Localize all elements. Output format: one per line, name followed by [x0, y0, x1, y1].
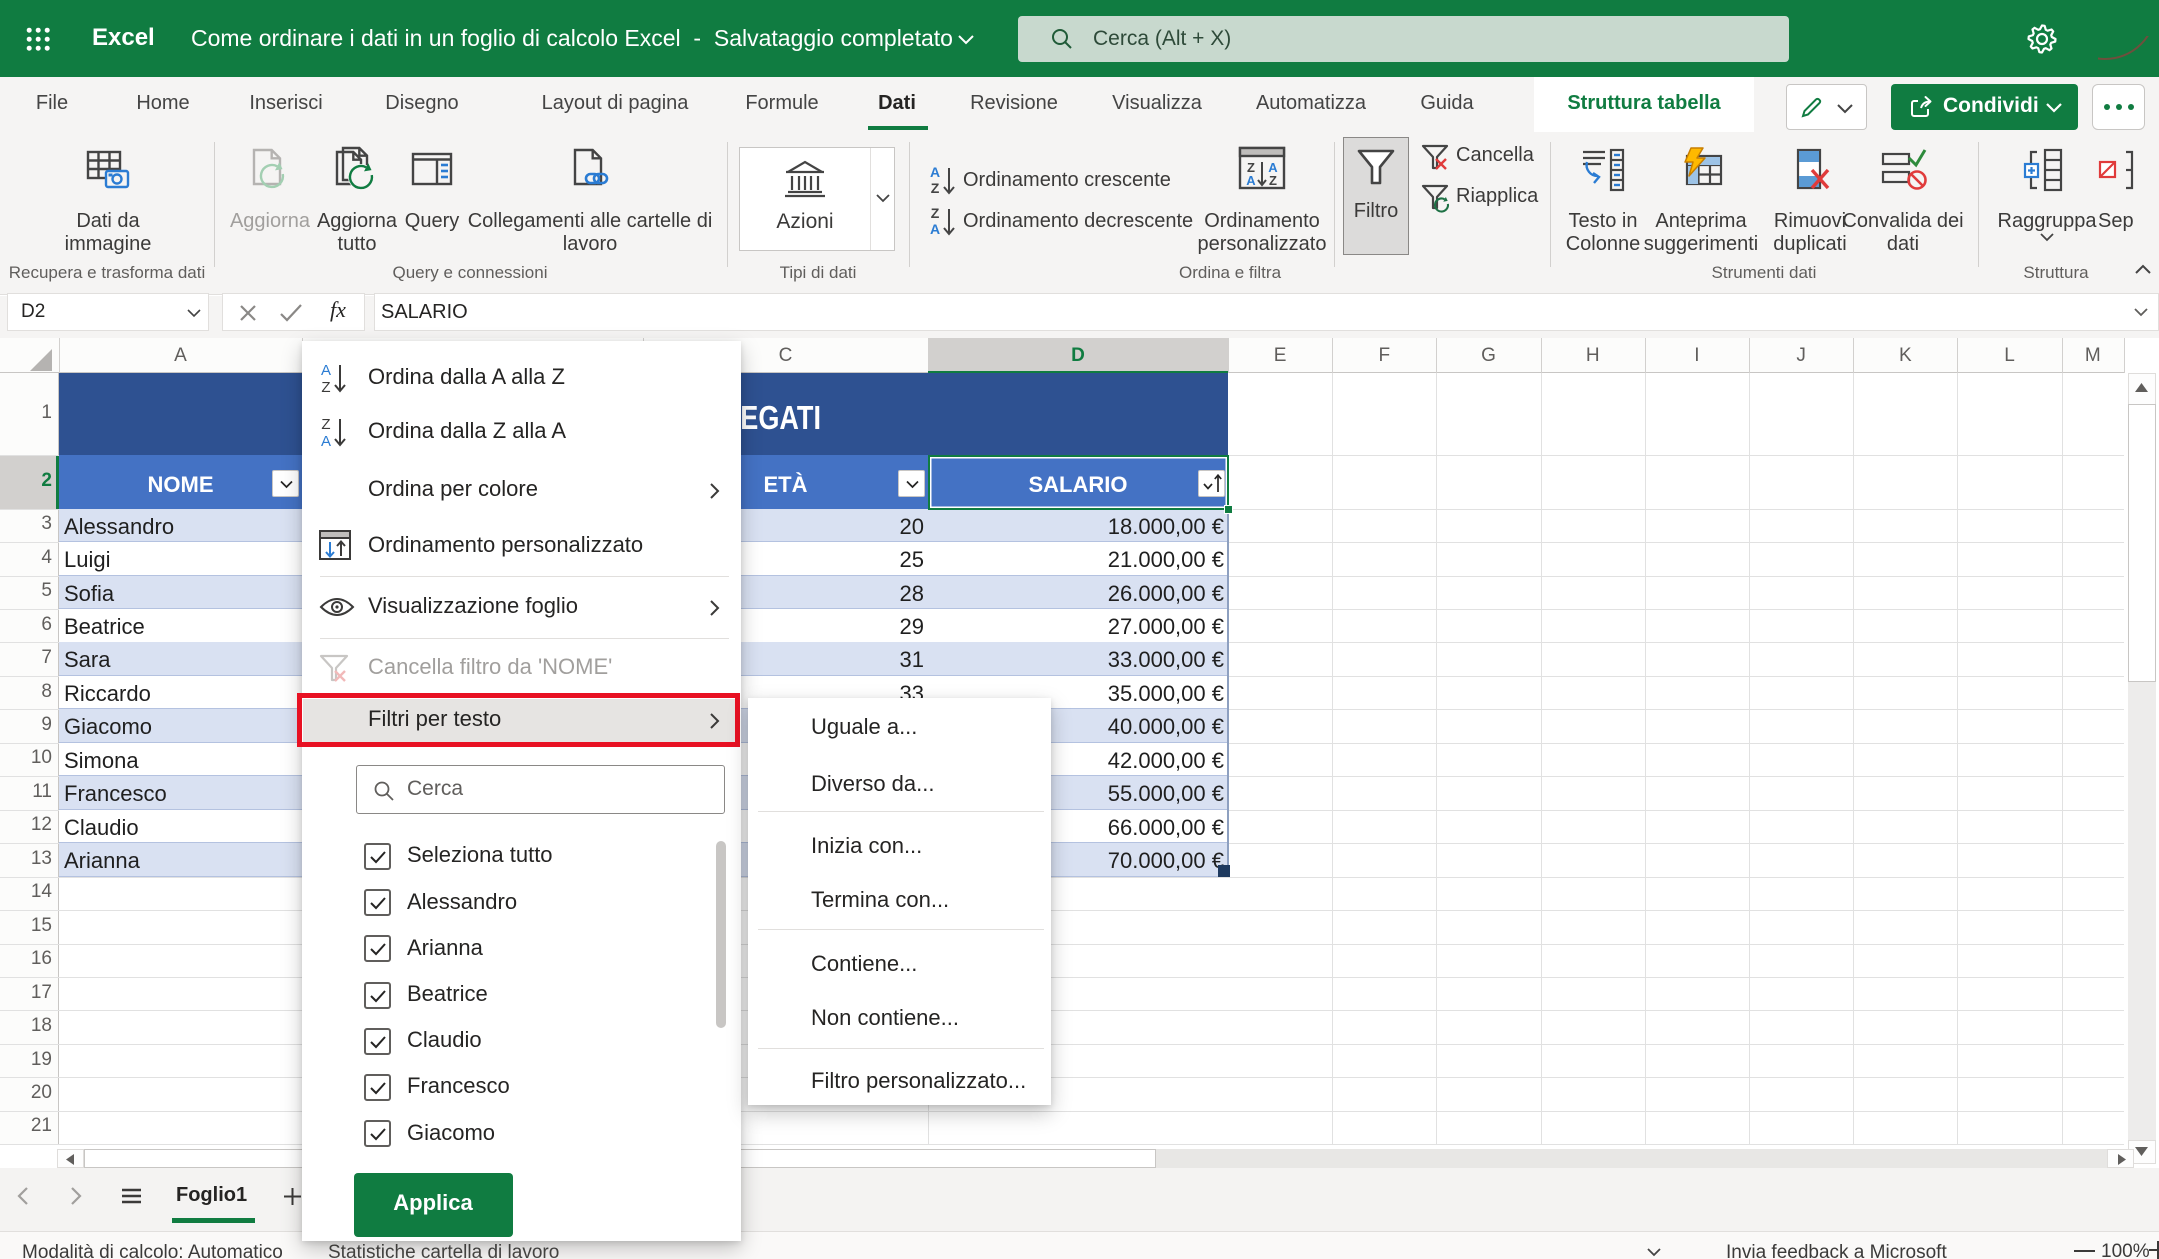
- svg-text:Z: Z: [321, 379, 330, 396]
- svg-text:Z: Z: [931, 205, 940, 221]
- svg-text:Z: Z: [1269, 173, 1277, 188]
- svg-text:A: A: [1246, 173, 1256, 188]
- svg-text:A: A: [930, 164, 940, 180]
- svg-text:A: A: [930, 221, 940, 237]
- svg-text:Z: Z: [931, 180, 940, 196]
- svg-text:Z: Z: [321, 416, 330, 433]
- svg-text:A: A: [321, 433, 331, 450]
- svg-text:A: A: [321, 362, 331, 379]
